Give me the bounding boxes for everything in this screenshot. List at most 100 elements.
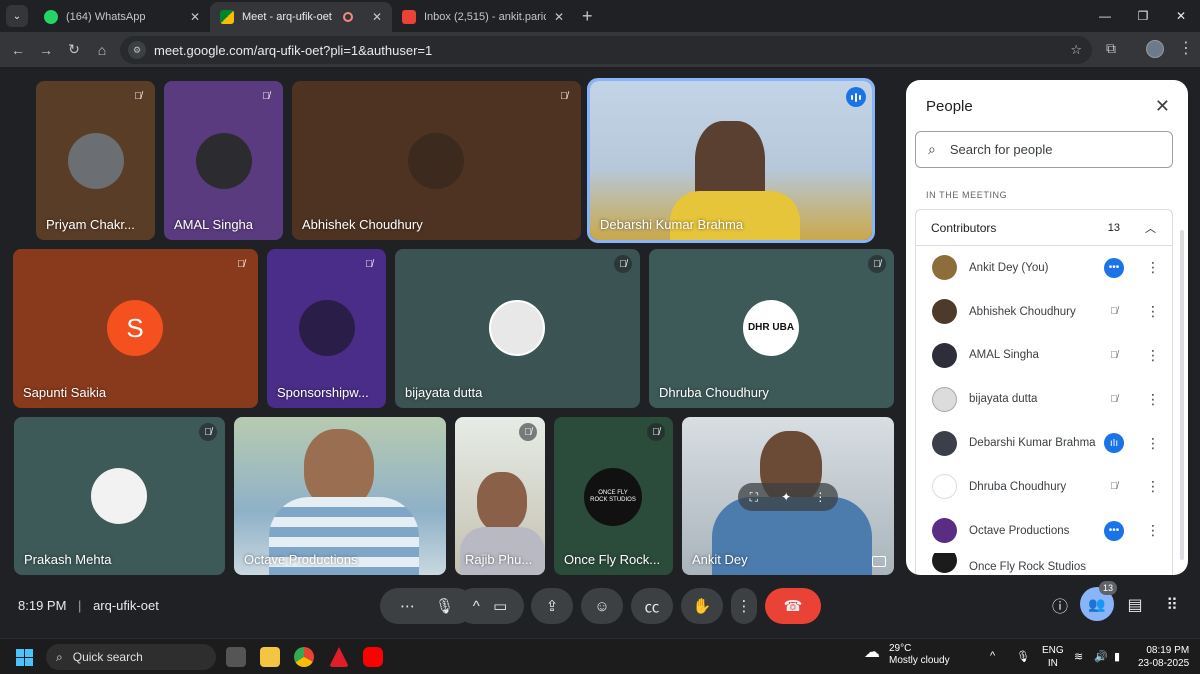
participant-tile[interactable]: 🎙̸ AMAL Singha [164, 81, 283, 240]
participant-video-tile-active-speaker[interactable]: Debarshi Kumar Brahma [587, 78, 875, 243]
visual-effects-icon[interactable]: ✦ [781, 490, 791, 504]
extensions-icon[interactable]: ⧉ [1106, 40, 1116, 57]
picture-in-picture-icon[interactable] [872, 556, 886, 567]
list-item[interactable]: Abhishek Choudhury 🎙̸ ⋮ [916, 290, 1172, 334]
list-item[interactable]: Debarshi Kumar Brahma ıIı ⋮ [916, 421, 1172, 465]
maximize-icon[interactable]: ❐ [1124, 9, 1162, 23]
self-video-tile[interactable]: ⛶ ✦ ⋮ Ankit Dey [682, 417, 894, 575]
windows-start-icon[interactable] [16, 649, 33, 666]
participant-avatar [196, 133, 252, 189]
person-options-icon[interactable]: ⋮ [1146, 391, 1160, 408]
person-options-icon[interactable]: ⋮ [1146, 435, 1160, 452]
system-clock[interactable]: 08:19 PM 23-08-2025 [1138, 644, 1189, 670]
tab-meet[interactable]: Meet - arq-ufik-oet ✕ [210, 2, 392, 32]
taskbar-search[interactable]: ⌕ Quick search [46, 644, 216, 670]
person-options-icon[interactable]: ⋮ [1146, 303, 1160, 320]
tab-whatsapp[interactable]: (164) WhatsApp ✕ [34, 2, 210, 32]
panel-title: People [926, 98, 973, 115]
close-tab-icon[interactable]: ✕ [364, 10, 382, 24]
participant-tile[interactable]: ONCE FLY ROCK STUDIOS 🎙̸ Once Fly Rock..… [554, 417, 673, 575]
list-item[interactable]: Ankit Dey (You) ••• ⋮ [916, 246, 1172, 290]
participant-tile[interactable]: DHR UBA 🎙̸ Dhruba Choudhury [649, 249, 894, 408]
chat-icon[interactable]: ▤ [1123, 593, 1147, 617]
whatsapp-icon [44, 10, 58, 24]
close-tab-icon[interactable]: ✕ [546, 10, 564, 24]
person-options-icon[interactable]: ⋮ [1146, 259, 1160, 276]
panel-scrollbar[interactable] [1180, 230, 1184, 560]
site-info-icon[interactable]: ⚙ [128, 41, 146, 59]
tab-search-button[interactable]: ⌄ [6, 5, 28, 27]
url-field[interactable]: ⚙ meet.google.com/arq-ufik-oet?pli=1&aut… [120, 36, 1092, 64]
muted-mic-icon[interactable]: 🎙̸ [1104, 302, 1124, 322]
microphone-tray-icon[interactable]: 🎙 [1016, 650, 1030, 663]
participant-name: Sapunti Saikia [23, 385, 107, 400]
people-search-input[interactable]: ⌕ Search for people [915, 131, 1173, 168]
new-tab-button[interactable]: + [582, 6, 593, 27]
activities-icon[interactable]: ⠿ [1160, 593, 1184, 617]
wifi-icon[interactable]: ≋ [1074, 650, 1083, 663]
tray-overflow-icon[interactable]: ^ [990, 650, 995, 662]
camera-icon[interactable]: ▭ [493, 597, 507, 615]
close-tab-icon[interactable]: ✕ [182, 10, 200, 24]
battery-icon[interactable]: ▮ [1114, 650, 1120, 663]
list-item[interactable]: bijayata dutta 🎙̸ ⋮ [916, 377, 1172, 421]
participant-tile[interactable]: S 🎙̸ Sapunti Saikia [13, 249, 258, 408]
chevron-up-icon[interactable]: ︿ [1145, 220, 1156, 236]
reload-icon[interactable]: ↻ [60, 41, 88, 58]
list-item[interactable]: Dhruba Choudhury 🎙̸ ⋮ [916, 465, 1172, 509]
close-window-icon[interactable]: ✕ [1162, 9, 1200, 23]
profile-avatar[interactable] [1146, 40, 1164, 58]
list-item[interactable]: Once Fly Rock Studios [916, 552, 1172, 573]
minimize-icon[interactable]: — [1086, 9, 1124, 23]
leave-call-button[interactable]: ☎ [765, 588, 821, 624]
emoji-reactions-button[interactable]: ☺ [581, 588, 623, 624]
person-options-icon[interactable]: ⋮ [1146, 347, 1160, 364]
weather-widget[interactable]: ☁ 29°C Mostly cloudy [864, 643, 950, 667]
forward-icon[interactable]: → [32, 42, 60, 58]
participant-tile[interactable]: 🎙̸ Sponsorshipw... [267, 249, 386, 408]
contributors-group-header[interactable]: Contributors 13 ︿ [915, 209, 1173, 246]
participant-tile[interactable]: 🎙̸ bijayata dutta [395, 249, 640, 408]
tab-gmail[interactable]: Inbox (2,515) - ankit.parichayan ✕ [392, 2, 574, 32]
present-screen-button[interactable]: ⇪ [531, 588, 573, 624]
language-indicator[interactable]: ENG IN [1042, 644, 1064, 670]
adobe-icon[interactable] [329, 647, 349, 667]
video-options-icon[interactable]: ^ [473, 598, 480, 615]
person-options-icon[interactable]: ⋮ [1146, 522, 1160, 539]
browser-menu-icon[interactable]: ⋮ [1178, 38, 1194, 58]
bookmark-star-icon[interactable]: ☆ [1070, 42, 1082, 58]
participant-video-tile[interactable]: Octave Productions [234, 417, 446, 575]
muted-mic-icon: 🎙̸ [262, 90, 270, 102]
muted-mic-icon[interactable]: 🎙̸ [1104, 389, 1124, 409]
participant-video-tile[interactable]: 🎙̸ Rajib Phu... [455, 417, 545, 575]
file-explorer-icon[interactable] [260, 647, 280, 667]
task-view-icon[interactable] [226, 647, 246, 667]
participant-name: Abhishek Choudhury [302, 217, 423, 232]
clock-time: 08:19 PM [1146, 645, 1190, 656]
youtube-icon[interactable] [363, 647, 383, 667]
muted-mic-icon[interactable]: 🎙̸ [1104, 345, 1124, 365]
raise-hand-button[interactable]: ✋ [681, 588, 723, 624]
meeting-details-icon[interactable]: ⓘ [1048, 593, 1072, 617]
back-icon[interactable]: ← [4, 42, 32, 58]
volume-icon[interactable]: 🔊 [1094, 650, 1108, 663]
participant-tile[interactable]: 🎙̸ Prakash Mehta [14, 417, 225, 575]
more-options-icon[interactable]: ⋮ [814, 490, 826, 504]
participant-avatar [68, 133, 124, 189]
muted-mic-icon[interactable]: 🎙̸ [1104, 477, 1124, 497]
person-options-icon[interactable]: ⋮ [1146, 478, 1160, 495]
participant-tile[interactable]: 🎙̸ Priyam Chakr... [36, 81, 155, 240]
participant-tile[interactable]: 🎙̸ Abhishek Choudhury [292, 81, 581, 240]
participant-name: Octave Productions [244, 552, 358, 567]
home-icon[interactable]: ⌂ [88, 42, 116, 58]
chrome-icon[interactable] [294, 647, 314, 667]
weather-temp: 29°C [889, 643, 912, 654]
microphone-icon[interactable]: 🎙 [435, 597, 454, 615]
close-panel-icon[interactable]: ✕ [1155, 96, 1170, 117]
captions-button[interactable]: ㏄ [631, 588, 673, 624]
audio-options-icon[interactable]: ⋯ [400, 597, 415, 615]
list-item[interactable]: Octave Productions ••• ⋮ [916, 509, 1172, 553]
list-item[interactable]: AMAL Singha 🎙̸ ⋮ [916, 334, 1172, 378]
frame-person-icon[interactable]: ⛶ [750, 490, 758, 505]
more-options-button[interactable]: ⋮ [731, 588, 757, 624]
